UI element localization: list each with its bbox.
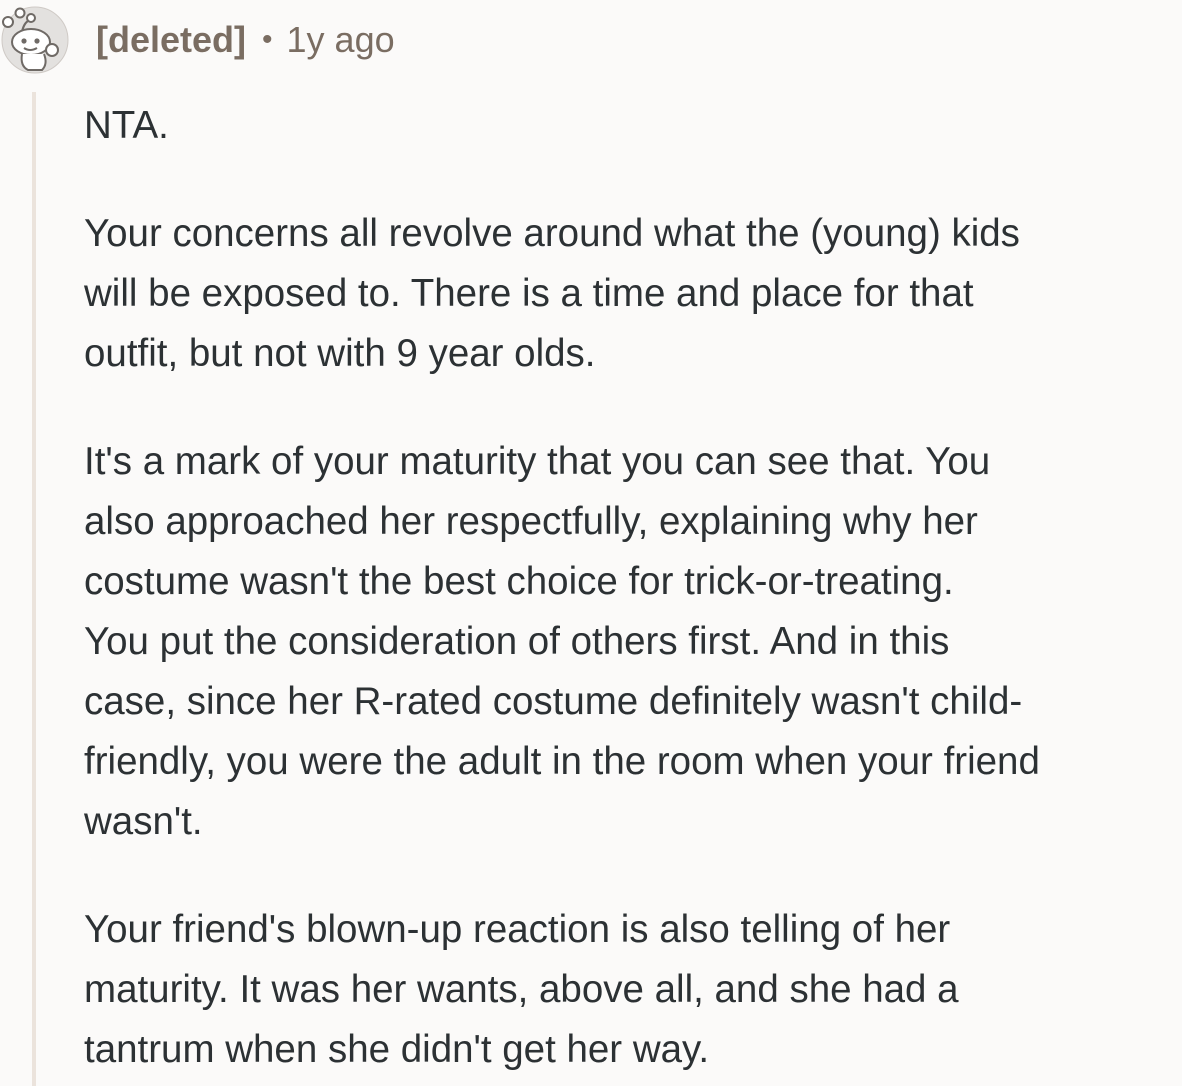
deleted-user-snoo-icon [1,6,69,74]
comment-paragraph: Your concerns all revolve around what th… [84,212,1020,375]
meta-separator: • [262,23,273,56]
comment-meta: [deleted] • 1y ago [96,16,395,64]
comment-paragraph: NTA. [84,104,169,147]
comment-body: NTA. Your concerns all revolve around wh… [84,96,1178,1080]
comment-paragraph: Your friend's blown-up reaction is also … [84,908,959,1071]
comment-paragraph: It's a mark of your maturity that you ca… [84,440,1040,843]
thread-line[interactable] [32,92,36,1086]
username[interactable]: [deleted] [96,19,246,61]
timestamp[interactable]: 1y ago [287,19,395,61]
comment: [deleted] • 1y ago NTA. Your concerns al… [0,0,1182,1086]
avatar[interactable] [0,4,70,74]
